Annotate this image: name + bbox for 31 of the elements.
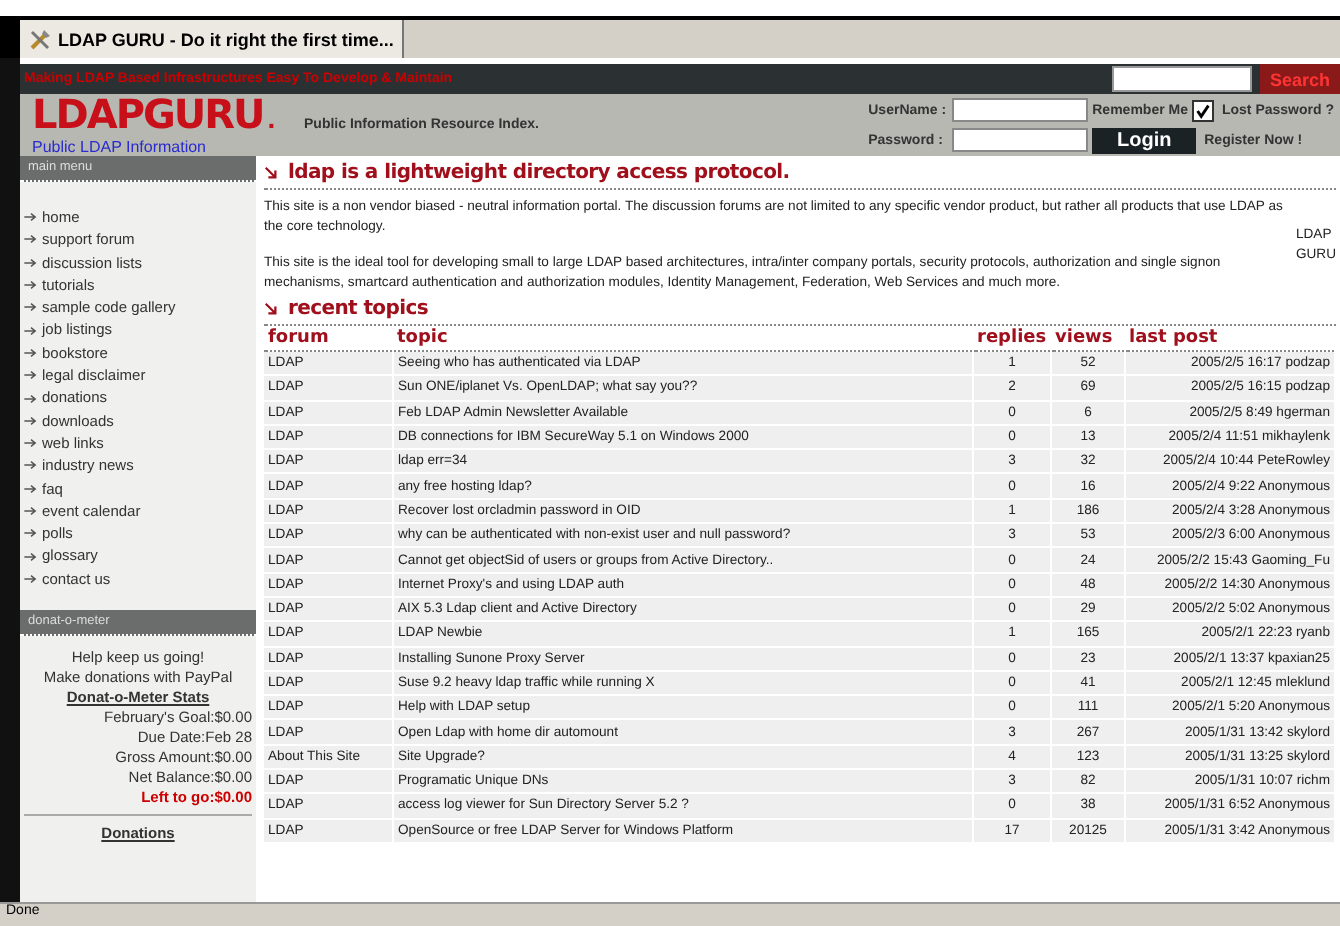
arrow-icon [24, 460, 38, 471]
arrow-icon [264, 166, 278, 180]
remember-checkbox[interactable] [1191, 99, 1214, 121]
arrow-icon [24, 506, 38, 516]
arrow-icon [264, 302, 278, 316]
arrow-icon [24, 257, 38, 268]
login-button[interactable]: Login [1092, 127, 1197, 153]
arrow-icon [24, 438, 38, 449]
search-field[interactable] [1112, 66, 1252, 92]
tools-icon [28, 27, 52, 51]
arrow-icon [24, 573, 38, 584]
logo-dot: . [267, 100, 276, 138]
arrow-icon [24, 280, 38, 291]
arrow-icon [24, 212, 38, 223]
arrow-icon [24, 415, 38, 426]
logo-text: LDAPGURU [32, 94, 264, 134]
arrow-icon [24, 483, 38, 494]
section-title: recent topics [288, 298, 429, 320]
logo-subtitle: Public LDAP Information [32, 138, 209, 156]
arrow-icon [24, 325, 38, 336]
section-title: ldap is a lightweight directory access protocol. [288, 162, 790, 184]
arrow-icon [24, 551, 38, 562]
arrow-icon [24, 234, 38, 245]
username-field[interactable] [952, 98, 1089, 122]
arrow-icon [24, 370, 38, 381]
password-field[interactable] [952, 128, 1089, 152]
browser-tab[interactable]: LDAP GURU - Do it right the first time... [20, 20, 404, 58]
arrow-icon [24, 393, 38, 404]
arrow-icon [24, 302, 38, 313]
arrow-icon [24, 347, 38, 358]
arrow-icon [24, 528, 38, 539]
